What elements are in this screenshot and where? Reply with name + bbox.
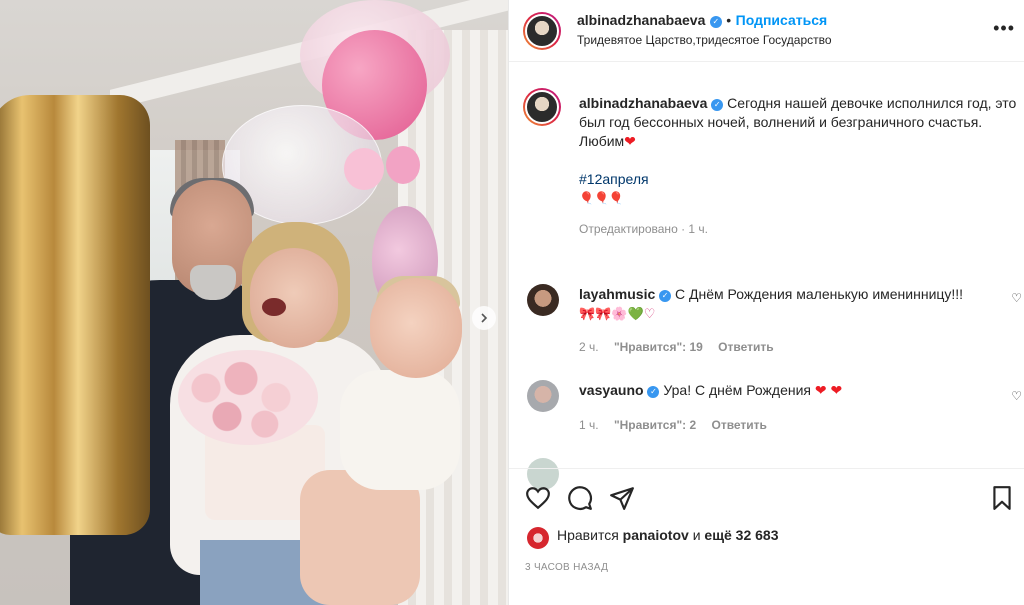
- comment-text: Ура! С днём Рождения: [663, 382, 811, 398]
- heart-emoji: ❤: [624, 133, 636, 149]
- hashtag-link[interactable]: #12апреля: [579, 170, 1019, 189]
- balloon-small: [386, 146, 420, 184]
- instagram-post: albinadzhanabaeva ✓ • Подписаться Тридев…: [0, 0, 1024, 605]
- author-avatar[interactable]: [523, 12, 561, 50]
- comment-like-icon[interactable]: ♡: [1011, 291, 1022, 305]
- verified-icon: ✓: [659, 290, 672, 302]
- more-dots-icon[interactable]: •••: [993, 18, 1015, 39]
- comment-time: 2 ч.: [579, 340, 599, 354]
- edited-label: Отредактировано · 1 ч.: [579, 222, 708, 236]
- post-details-panel: albinadzhanabaeva ✓ • Подписаться Тридев…: [508, 0, 1024, 605]
- comment-likes[interactable]: "Нравится": 19: [614, 340, 703, 354]
- gold-number-one-balloon: [0, 95, 150, 535]
- woman-mouth: [262, 298, 286, 316]
- comment-meta: 1 ч. "Нравится": 2 Ответить: [579, 418, 779, 432]
- man-beard: [190, 265, 236, 300]
- post-photo[interactable]: [0, 0, 508, 605]
- likes-count[interactable]: ещё 32 683: [704, 527, 778, 543]
- comment-meta: 2 ч. "Нравится": 19 Ответить: [579, 340, 786, 354]
- liker-avatar[interactable]: [527, 527, 549, 549]
- flower-bouquet: [178, 350, 318, 445]
- post-header: albinadzhanabaeva ✓ • Подписаться Тридев…: [509, 0, 1024, 62]
- comment-like-icon[interactable]: ♡: [1011, 389, 1022, 403]
- comment: layahmusic ✓ С Днём Рождения маленькую и…: [579, 285, 1009, 304]
- reply-button[interactable]: Ответить: [718, 340, 773, 354]
- follow-button[interactable]: Подписаться: [736, 12, 828, 28]
- post-caption: albinadzhanabaeva ✓ Сегодня нашей девочк…: [579, 94, 1019, 239]
- comment-time: 1 ч.: [579, 418, 599, 432]
- separator-dot: •: [726, 12, 732, 28]
- baby-legs: [300, 470, 420, 605]
- comment-text: С Днём Рождения маленькую именинницу!!!: [675, 286, 964, 302]
- post-actions: Нравится panaiotov и ещё 32 683 3 ЧАСОВ …: [509, 468, 1024, 605]
- bookmark-icon[interactable]: [989, 485, 1015, 511]
- caption-love-line: Любим: [579, 133, 625, 149]
- like-heart-icon[interactable]: [525, 485, 551, 511]
- liker-name[interactable]: panaiotov: [623, 527, 689, 543]
- caption-author-name[interactable]: albinadzhanabaeva: [579, 95, 707, 111]
- commenter-avatar[interactable]: [527, 284, 559, 316]
- likes-summary: Нравится panaiotov и ещё 32 683: [557, 527, 779, 543]
- likes-prefix: Нравится: [557, 527, 619, 543]
- comment-likes[interactable]: "Нравится": 2: [614, 418, 696, 432]
- next-photo-button[interactable]: [472, 306, 496, 330]
- woman-face: [250, 248, 338, 348]
- heart-emoji: ❤ ❤: [814, 382, 843, 398]
- likes-and: и: [692, 527, 701, 543]
- verified-icon: ✓: [711, 99, 724, 111]
- verified-icon: ✓: [709, 16, 722, 28]
- comment-author[interactable]: layahmusic: [579, 286, 655, 302]
- balloon-small: [344, 148, 384, 190]
- commenter-avatar[interactable]: [527, 380, 559, 412]
- share-paper-plane-icon[interactable]: [609, 485, 635, 511]
- caption-author-avatar[interactable]: [523, 88, 561, 126]
- comment-author[interactable]: vasyauno: [579, 382, 644, 398]
- reply-button[interactable]: Ответить: [711, 418, 766, 432]
- author-name[interactable]: albinadzhanabaeva: [577, 12, 705, 28]
- location-link[interactable]: Тридевятое Царство,тридесятое Государств…: [577, 33, 832, 47]
- chevron-right-icon: [481, 313, 488, 323]
- post-timestamp[interactable]: 3 ЧАСОВ НАЗАД: [525, 562, 608, 573]
- comment: vasyauno ✓ Ура! С днём Рождения ❤ ❤: [579, 381, 1009, 400]
- comment-bubble-icon[interactable]: [567, 485, 593, 511]
- comment-emoji: 🎀🎀🌸💚♡: [579, 306, 656, 321]
- verified-icon: ✓: [647, 386, 660, 398]
- balloon-emoji-row: 🎈🎈🎈: [579, 191, 624, 205]
- baby-face: [370, 278, 462, 378]
- baby-body: [340, 370, 460, 490]
